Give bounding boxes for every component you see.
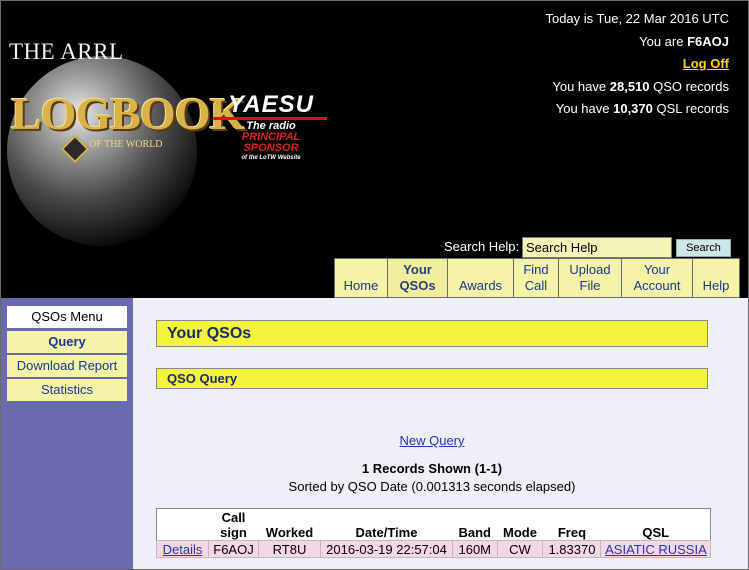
page-title: Your QSOs [156, 320, 708, 347]
globe-image [7, 56, 197, 246]
search-label: Search Help: [444, 239, 520, 254]
sponsor-logo[interactable]: YAESU The radio PRINCIPAL SPONSOR of the… [209, 93, 333, 163]
sponsor-sponsor: SPONSOR [243, 142, 299, 154]
yaesu-logo: YAESU [228, 91, 314, 118]
callsign: F6AOJ [687, 33, 729, 49]
qsl-prefix: You have [555, 101, 610, 116]
col-header-freq: Freq [542, 508, 601, 541]
sidebar: QSOs Menu Query Download Report Statisti… [1, 298, 133, 569]
qso-prefix: You have [552, 78, 607, 94]
main-nav: Home Your QSOs Awards Find Call Upload File… [334, 258, 740, 298]
section-title: QSO Query [156, 368, 708, 389]
col-header-qsl: QSL [600, 508, 711, 541]
cell-callsign: F6AOJ [208, 540, 259, 558]
sidebar-item-statistics[interactable]: Statistics [7, 379, 127, 401]
qsl-count: 10,370 [613, 101, 653, 116]
col-header-callsign: Call sign [208, 508, 259, 541]
search-button[interactable]: Search [676, 239, 731, 257]
new-query-link[interactable]: New Query [133, 433, 731, 448]
page-frame: THE ARRL LOGBOOK OF THE WORLD YAESU The … [0, 0, 749, 570]
qsl-suffix: QSL records [656, 101, 730, 116]
logoff-line: Log Off [545, 53, 729, 76]
of-the-world-text: OF THE WORLD [89, 139, 163, 150]
qso-records-line: You have 28,510 QSO records [545, 76, 729, 99]
you-are-label: You are [639, 33, 684, 49]
nav-upload-file[interactable]: Upload File [558, 258, 621, 298]
qso-count: 28,510 [609, 78, 650, 94]
table-row: Details F6AOJ RT8U 2016-03-19 22:57:04 1… [156, 540, 712, 558]
cell-datetime: 2016-03-19 22:57:04 [320, 540, 453, 558]
nav-home[interactable]: Home [334, 258, 387, 298]
nav-your-qsos[interactable]: Your QSOs [387, 258, 447, 298]
col-header-details [156, 508, 209, 541]
arrl-brand: THE ARRL [9, 39, 124, 64]
sponsor-of-site: of the LoTW Website [241, 155, 301, 161]
qsl-records-line: You have 10,370 QSL records [545, 98, 729, 121]
header: THE ARRL LOGBOOK OF THE WORLD YAESU The … [1, 1, 748, 298]
qso-suffix: QSO records [653, 78, 729, 94]
nav-help[interactable]: Help [692, 258, 740, 298]
today-date: Today is Tue, 22 Mar 2016 UTC [545, 11, 729, 26]
sidebar-title: QSOs Menu [7, 306, 127, 328]
col-header-band: Band [452, 508, 497, 541]
cell-mode: CW [496, 540, 544, 558]
details-link[interactable]: Details [156, 540, 209, 558]
search-input[interactable] [522, 237, 672, 258]
main-content: Your QSOs QSO Query New Query 1 Records … [133, 298, 748, 569]
sidebar-item-download-report[interactable]: Download Report [7, 355, 127, 377]
cell-freq: 1.83370 [542, 540, 602, 558]
sidebar-item-query[interactable]: Query [7, 331, 127, 353]
table-header-row: Call sign Worked Date/Time Band Mode Freq… [156, 508, 711, 541]
col-header-worked: Worked [258, 508, 321, 541]
records-shown: 1 Records Shown (1-1) [361, 461, 503, 476]
nav-awards[interactable]: Awards [447, 258, 513, 298]
nav-find-call[interactable]: Find Call [513, 258, 558, 298]
cell-band: 160M [452, 540, 498, 558]
sort-info: Sorted by QSO Date (0.001313 seconds ela… [288, 479, 576, 494]
col-header-mode: Mode [497, 508, 543, 541]
results-table: Call sign Worked Date/Time Band Mode Freq… [156, 508, 712, 558]
logoff-link[interactable]: Log Off [683, 56, 729, 71]
cell-worked: RT8U [258, 540, 321, 558]
you-are-line: You are F6AOJ [545, 31, 729, 54]
user-status: Today is Tue, 22 Mar 2016 UTC You are F6… [545, 8, 729, 121]
col-header-datetime: Date/Time [320, 508, 453, 541]
qsl-link[interactable]: ASIATIC RUSSIA [600, 540, 712, 558]
nav-your-account[interactable]: Your Account [621, 258, 692, 298]
